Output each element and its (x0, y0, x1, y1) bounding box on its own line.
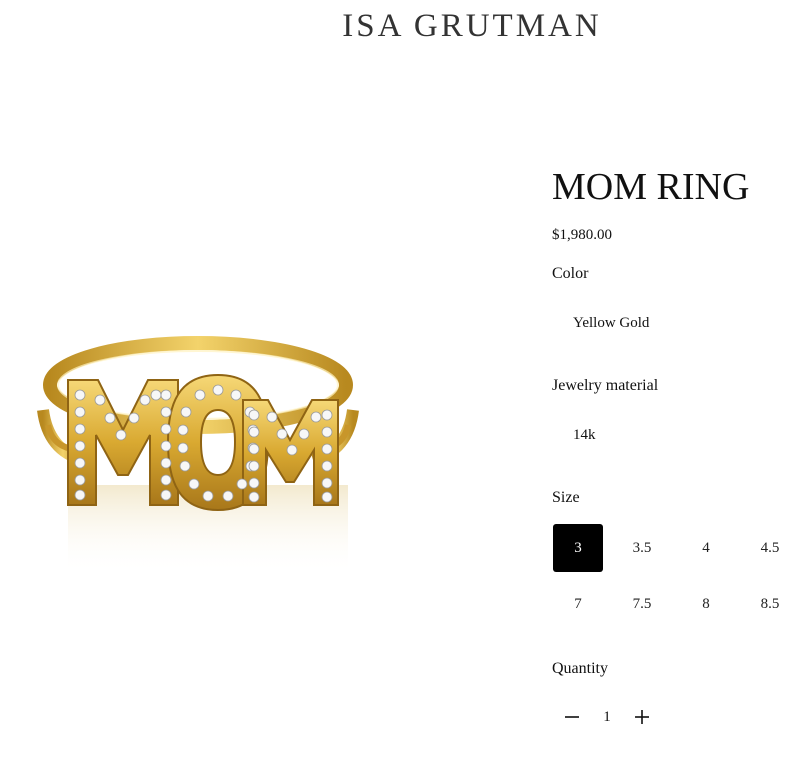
size-label: Size (552, 489, 580, 506)
size-option-4[interactable]: 4 (681, 524, 731, 572)
product-page: ISA GRUTMAN MOM RING $1,980.00 Color Yel… (0, 0, 808, 762)
minus-icon[interactable] (558, 702, 586, 732)
brand-logo[interactable]: ISA GRUTMAN (0, 8, 808, 45)
quantity-label: Quantity (552, 660, 608, 677)
size-option-3[interactable]: 3 (553, 524, 603, 572)
product-title: MOM RING (552, 166, 750, 208)
quantity-stepper: 1 (558, 702, 656, 732)
material-label: Jewelry material (552, 377, 659, 394)
size-option-3-5[interactable]: 3.5 (617, 524, 667, 572)
product-image[interactable] (28, 300, 373, 600)
size-option-8[interactable]: 8 (681, 580, 731, 628)
plus-icon[interactable] (628, 702, 656, 732)
color-label: Color (552, 265, 589, 282)
color-option-yellow-gold[interactable]: Yellow Gold (573, 315, 649, 332)
size-option-8-5[interactable]: 8.5 (745, 580, 795, 628)
material-option-14k[interactable]: 14k (573, 427, 596, 444)
product-price: $1,980.00 (552, 227, 612, 243)
size-option-4-5[interactable]: 4.5 (745, 524, 795, 572)
size-option-7[interactable]: 7 (553, 580, 603, 628)
quantity-value[interactable]: 1 (586, 709, 628, 726)
size-option-7-5[interactable]: 7.5 (617, 580, 667, 628)
